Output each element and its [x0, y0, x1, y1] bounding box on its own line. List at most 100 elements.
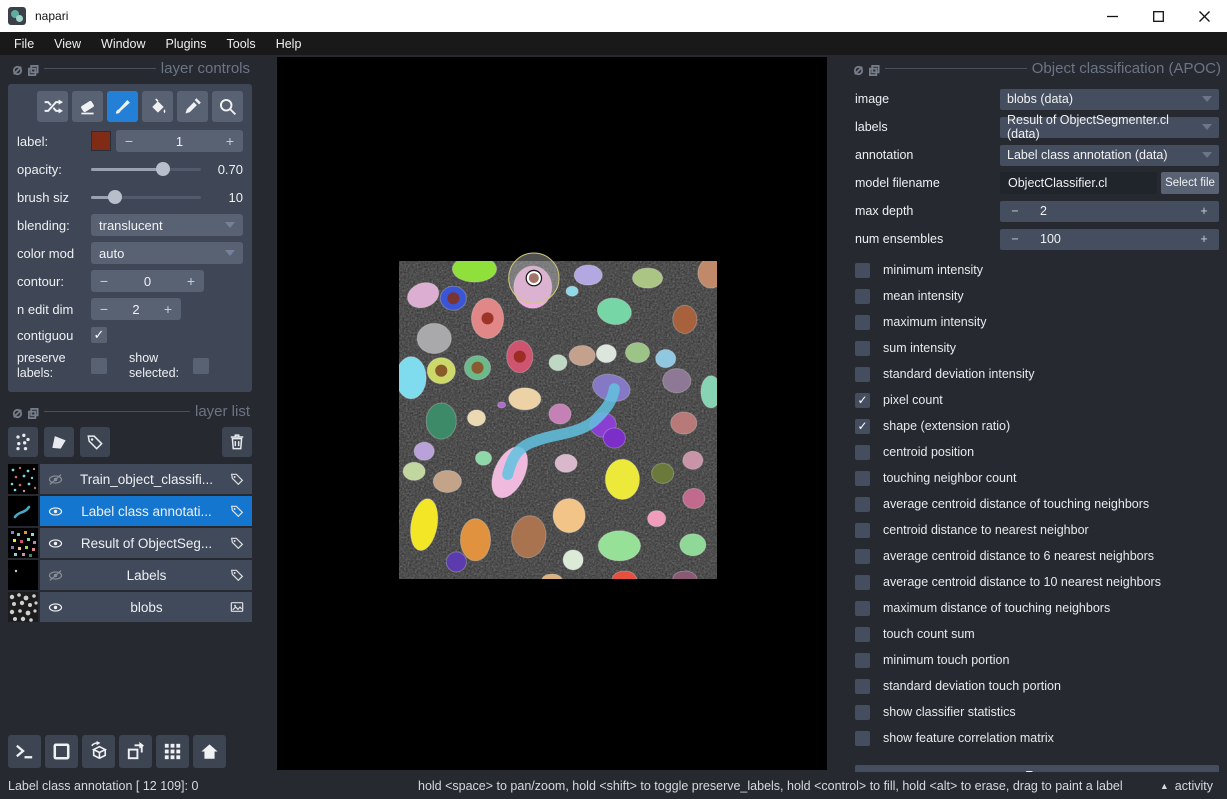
feature-checkbox[interactable]: [855, 679, 870, 694]
shuffle-colors-button[interactable]: [37, 91, 68, 122]
feature-checkbox[interactable]: [855, 367, 870, 382]
layer-row[interactable]: Result of ObjectSeg...: [8, 528, 252, 558]
eraser-button[interactable]: [72, 91, 103, 122]
annotation-dropdown[interactable]: Label class annotation (data): [1000, 145, 1219, 166]
activity-toggle[interactable]: ▲ activity: [1160, 779, 1213, 793]
viewer-canvas[interactable]: [277, 57, 827, 770]
preserve-labels-checkbox[interactable]: [91, 358, 107, 374]
decrement-button[interactable]: −: [91, 301, 117, 317]
opacity-row: opacity: 0.70: [17, 156, 243, 182]
dock-float-icon[interactable]: [28, 406, 39, 417]
status-help-text: hold <space> to pan/zoom, hold <shift> t…: [418, 779, 1123, 793]
fill-bucket-button[interactable]: [142, 91, 173, 122]
blending-dropdown[interactable]: translucent: [91, 214, 243, 236]
label-value[interactable]: 1: [142, 134, 217, 149]
delete-layer-button[interactable]: [222, 427, 252, 457]
menu-item[interactable]: Plugins: [156, 32, 217, 55]
image-dropdown[interactable]: blobs (data): [1000, 89, 1219, 110]
feature-checkbox[interactable]: [855, 731, 870, 746]
transpose-dimensions-button[interactable]: [119, 735, 152, 768]
console-button[interactable]: [8, 735, 41, 768]
layer-thumbnail: [8, 560, 38, 590]
roll-dimensions-button[interactable]: [82, 735, 115, 768]
layer-row[interactable]: Train_object_classifi...: [8, 464, 252, 494]
dock-float-icon[interactable]: [869, 63, 880, 74]
brush-size-slider-handle[interactable]: [108, 190, 122, 204]
max-depth-value[interactable]: 2: [1030, 204, 1189, 218]
increment-button[interactable]: +: [1189, 204, 1219, 218]
feature-checkbox[interactable]: [855, 341, 870, 356]
feature-checkbox[interactable]: [855, 471, 870, 486]
feature-checkbox[interactable]: [855, 705, 870, 720]
increment-button[interactable]: +: [1189, 232, 1219, 246]
feature-checkbox[interactable]: [855, 549, 870, 564]
labels-dropdown[interactable]: Result of ObjectSegmenter.cl (data): [1000, 117, 1219, 138]
select-file-button[interactable]: Select file: [1161, 172, 1219, 194]
menu-item[interactable]: File: [4, 32, 44, 55]
menu-item[interactable]: Help: [266, 32, 312, 55]
close-button[interactable]: [1181, 0, 1227, 32]
contiguous-checkbox[interactable]: ✓: [91, 327, 107, 343]
home-reset-view-button[interactable]: [193, 735, 226, 768]
feature-checkbox[interactable]: ✓: [855, 393, 870, 408]
feature-checkbox[interactable]: [855, 445, 870, 460]
feature-checkbox[interactable]: [855, 601, 870, 616]
dock-hide-icon[interactable]: [12, 406, 23, 417]
increment-button[interactable]: +: [217, 133, 243, 149]
decrement-button[interactable]: −: [1000, 204, 1030, 218]
increment-button[interactable]: +: [155, 301, 181, 317]
decrement-button[interactable]: −: [91, 273, 117, 289]
layer-row[interactable]: blobs: [8, 592, 252, 622]
feature-checkbox[interactable]: [855, 575, 870, 590]
window-title: napari: [35, 9, 68, 23]
feature-checkbox[interactable]: [855, 653, 870, 668]
brush-size-slider[interactable]: [91, 190, 201, 204]
pan-zoom-button[interactable]: [212, 91, 243, 122]
dock-float-icon[interactable]: [28, 63, 39, 74]
new-points-layer-button[interactable]: [8, 427, 38, 457]
visibility-eye-icon[interactable]: [47, 567, 64, 584]
feature-checkbox[interactable]: [855, 315, 870, 330]
feature-checkbox[interactable]: [855, 263, 870, 278]
status-bar: Label class annotation [ 12 109]: 0 hold…: [0, 772, 1227, 799]
menu-item[interactable]: Tools: [217, 32, 266, 55]
feature-checkbox-row: show classifier statistics: [855, 699, 1219, 725]
n-edit-dim-value[interactable]: 2: [117, 302, 155, 317]
visibility-eye-icon[interactable]: [47, 503, 64, 520]
model-filename-input[interactable]: [1000, 172, 1157, 194]
new-shapes-layer-button[interactable]: [44, 427, 74, 457]
feature-checkbox[interactable]: [855, 523, 870, 538]
menu-item[interactable]: View: [44, 32, 91, 55]
decrement-button[interactable]: −: [1000, 232, 1030, 246]
color-picker-button[interactable]: [177, 91, 208, 122]
num-ensembles-value[interactable]: 100: [1030, 232, 1189, 246]
color-mode-dropdown[interactable]: auto: [91, 242, 243, 264]
opacity-slider[interactable]: [91, 162, 201, 176]
show-selected-checkbox[interactable]: [193, 358, 209, 374]
feature-checkbox[interactable]: [855, 497, 870, 512]
ndisplay-toggle-button[interactable]: [45, 735, 78, 768]
visibility-eye-icon[interactable]: [47, 599, 64, 616]
increment-button[interactable]: +: [178, 273, 204, 289]
contour-value[interactable]: 0: [117, 274, 178, 289]
label-row: label: − 1 +: [17, 128, 243, 154]
feature-checkbox[interactable]: ✓: [855, 419, 870, 434]
menu-item[interactable]: Window: [91, 32, 155, 55]
feature-checkbox[interactable]: [855, 627, 870, 642]
opacity-slider-handle[interactable]: [156, 162, 170, 176]
visibility-eye-icon[interactable]: [47, 471, 64, 488]
paintbrush-button[interactable]: [107, 91, 138, 122]
dock-hide-icon[interactable]: [853, 63, 864, 74]
dock-hide-icon[interactable]: [12, 63, 23, 74]
feature-checkbox-label: pixel count: [883, 393, 943, 407]
layer-row[interactable]: Labels: [8, 560, 252, 590]
label-color-swatch[interactable]: [91, 131, 111, 151]
maximize-button[interactable]: [1135, 0, 1181, 32]
grid-view-button[interactable]: [156, 735, 189, 768]
visibility-eye-icon[interactable]: [47, 535, 64, 552]
minimize-button[interactable]: [1089, 0, 1135, 32]
feature-checkbox[interactable]: [855, 289, 870, 304]
layer-row[interactable]: Label class annotati...: [8, 496, 252, 526]
decrement-button[interactable]: −: [116, 133, 142, 149]
new-labels-layer-button[interactable]: [80, 427, 110, 457]
